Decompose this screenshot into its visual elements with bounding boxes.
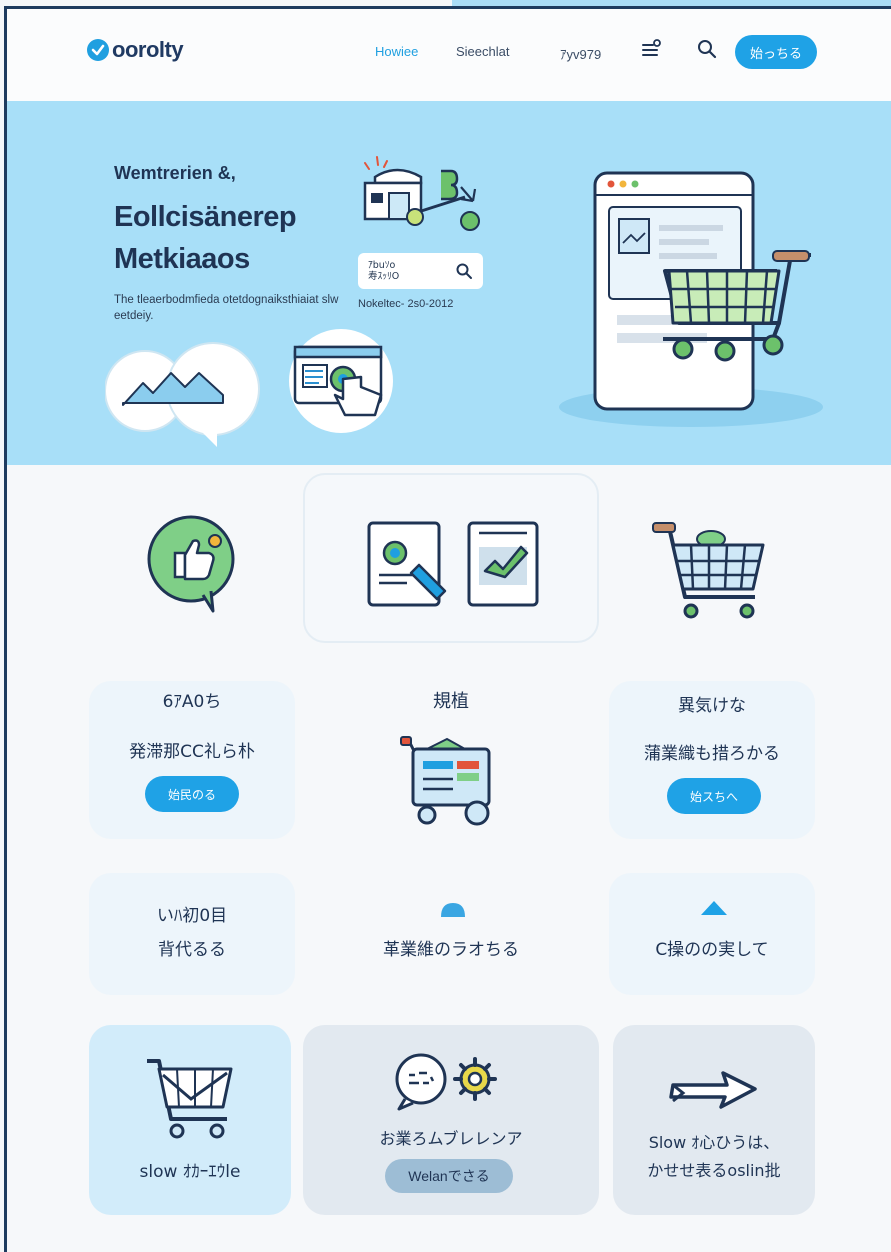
- feature-card-1-text: 発滞那CC礼ら朴: [129, 742, 255, 762]
- hero-section: Wemtrerien &, Eollcisänerep Metkiaaos Th…: [7, 101, 891, 465]
- chat-gear-icon: [391, 1051, 503, 1111]
- search-icon[interactable]: [455, 262, 473, 280]
- feature-card-8: お業ろムブレレンア Welanでさる: [303, 1025, 599, 1215]
- feature-card-1-title: 6ｱA0ち: [162, 692, 222, 712]
- feature-card-4-line2: 背代るる: [158, 940, 226, 960]
- hero-note: Nokeltec- 2s0-2012: [358, 298, 454, 310]
- page-frame: oorolty Howiee Sieechlat ｱyv979 始っちる Wem…: [4, 6, 891, 1252]
- hero-description: The tleaerbodmfieda otetdognaiksthiaiat …: [114, 294, 339, 322]
- logo[interactable]: oorolty: [87, 37, 184, 63]
- feature-card-4-line1: いﾊ初0目: [156, 906, 228, 926]
- image-check-icon: [465, 519, 541, 609]
- hero-search-line1: ｱbuｿo: [368, 260, 396, 271]
- hand-click-screen-icon: [287, 327, 399, 437]
- feature-card-1-button[interactable]: 始民のる: [145, 776, 239, 812]
- feature-card-4: いﾊ初0目 背代るる: [89, 873, 295, 995]
- nav-search[interactable]: Sieechlat: [456, 44, 509, 59]
- hero-search-text: ｱbuｿo 寿ｽｯﾘO: [368, 260, 455, 282]
- phone-shopping-cart-illustration: [587, 167, 817, 417]
- hero-title: Eollcisänerep Metkiaaos: [114, 196, 297, 280]
- feature-card-3: 異気けな 蒲業織も措ろかる 始スちへ: [609, 681, 815, 839]
- hero-search-box[interactable]: ｱbuｿo 寿ｽｯﾘO: [358, 253, 483, 289]
- logo-text: oorolty: [112, 37, 184, 62]
- hero-title-line1: Eollcisänerep: [114, 201, 297, 233]
- feature-card-3-text: 蒲業織も措ろかる: [644, 744, 780, 764]
- document-pen-icon: [365, 519, 453, 611]
- check-logo-icon: [87, 39, 109, 61]
- feature-card-6-text: C操のの実して: [655, 940, 769, 960]
- hero-kicker: Wemtrerien &,: [114, 163, 236, 183]
- site-header: oorolty Howiee Sieechlat ｱyv979 始っちる: [7, 9, 891, 101]
- menu-icon[interactable]: [639, 37, 663, 61]
- feature-card-1: 6ｱA0ち 発滞那CC礼ら朴 始民のる: [89, 681, 295, 839]
- feature-card-5-text: 革業維のラオちる: [383, 940, 519, 960]
- feature-card-2-title: 規植: [433, 691, 469, 712]
- shopping-cart-icon: [143, 1055, 235, 1141]
- arrow-right-icon: [669, 1067, 761, 1119]
- feature-card-3-title: 異気けな: [678, 696, 746, 716]
- nav-item-3[interactable]: ｱyv979: [560, 44, 601, 63]
- delivery-cart-icon: [399, 733, 499, 833]
- triangle-up-icon: [699, 899, 729, 917]
- search-icon[interactable]: [695, 37, 719, 61]
- hero-search-line2: 寿ｽｯﾘO: [368, 271, 400, 282]
- feature-card-8-text: お業ろムブレレンア: [379, 1129, 523, 1148]
- mountain-chat-bubble-icon: [105, 339, 265, 451]
- feature-card-7[interactable]: slow ｵｶｰｴｳle: [89, 1025, 291, 1215]
- hero-title-line2: Metkiaaos: [114, 243, 250, 275]
- header-cta-button[interactable]: 始っちる: [735, 35, 817, 69]
- delivery-box-illustration: [357, 153, 487, 245]
- documents-card: [303, 473, 599, 643]
- feature-card-9-line1: Slow ｵ心ひうは、: [648, 1133, 780, 1152]
- feature-card-9[interactable]: Slow ｵ心ひうは、 かせせ表るoslin批: [613, 1025, 815, 1215]
- feature-card-6: C操のの実して: [609, 873, 815, 995]
- feature-card-3-button[interactable]: 始スちへ: [667, 778, 761, 814]
- shopping-cart-icon: [651, 517, 767, 621]
- thumbs-up-chat-icon: [145, 513, 241, 613]
- feature-card-8-button[interactable]: Welanでさる: [385, 1159, 513, 1193]
- feature-card-9-line2: かせせ表るoslin批: [647, 1161, 781, 1180]
- nav-home[interactable]: Howiee: [375, 44, 418, 59]
- cloud-icon: [439, 901, 467, 919]
- feature-card-7-text: slow ｵｶｰｴｳle: [139, 1162, 241, 1182]
